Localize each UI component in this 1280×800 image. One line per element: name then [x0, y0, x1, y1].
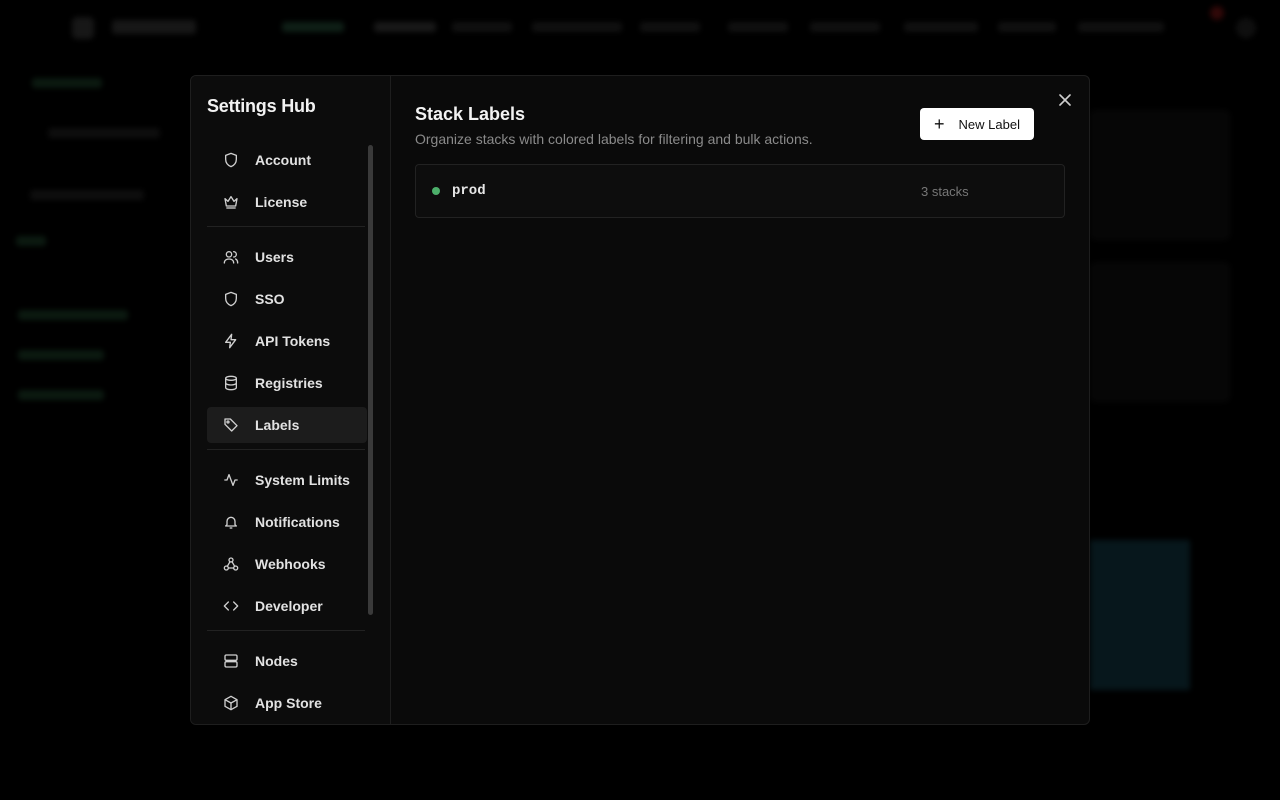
page-title: Stack Labels	[415, 104, 526, 124]
nav-item-system-limits[interactable]: System Limits	[207, 462, 367, 498]
nav-item-label: Developer	[255, 598, 323, 614]
labels-panel: Stack Labels Organize stacks with colore…	[391, 76, 1089, 724]
background-sidebar-item	[18, 310, 128, 320]
nav-item-label: App Store	[255, 695, 322, 711]
new-label-button-label: New Label	[958, 116, 1020, 132]
sidebar-scrollbar[interactable]	[368, 145, 373, 615]
nav-item-notifications[interactable]: Notifications	[207, 504, 367, 540]
nav-item-label: Labels	[255, 417, 300, 433]
nav-item-registries[interactable]: Registries	[207, 365, 367, 401]
code-icon	[223, 598, 239, 614]
nav-item-label: Nodes	[255, 653, 298, 669]
nav-item-account[interactable]: Account	[207, 142, 367, 178]
settings-nav: Account License Users SSO API Tokens Reg…	[207, 142, 367, 724]
nav-item-license[interactable]: License	[207, 184, 367, 220]
tag-icon	[223, 417, 239, 433]
nav-item-label: API Tokens	[255, 333, 331, 349]
background-nav-item	[282, 22, 344, 32]
background-sidebar-item	[18, 390, 104, 400]
background-nav-item	[640, 22, 700, 32]
nav-item-nodes[interactable]: Nodes	[207, 643, 367, 679]
background-sidebar-item	[30, 190, 144, 200]
nav-item-labels[interactable]: Labels	[207, 407, 367, 443]
label-row-prod[interactable]: prod 3 stacks	[415, 164, 1065, 218]
plus-icon: +	[934, 114, 945, 134]
users-icon	[223, 249, 239, 265]
background-sidebar-item	[32, 78, 102, 88]
package-icon	[223, 695, 239, 711]
background-logo	[112, 20, 196, 34]
background-nav-item	[374, 22, 436, 32]
webhook-icon	[223, 556, 239, 572]
label-stack-count: 3 stacks	[921, 183, 969, 199]
nav-item-label: Users	[255, 249, 294, 265]
label-color-dot	[432, 187, 440, 195]
settings-sidebar: Settings Hub Account License Users SSO A…	[191, 76, 391, 724]
nav-item-webhooks[interactable]: Webhooks	[207, 546, 367, 582]
background-nav-item	[532, 22, 622, 32]
background-sidebar-item	[48, 128, 160, 138]
bell-icon	[223, 514, 239, 530]
nav-divider	[207, 449, 365, 450]
background-topbar	[0, 0, 1280, 56]
settings-hub-title: Settings Hub	[207, 96, 316, 116]
background-panel	[1090, 262, 1230, 402]
close-button[interactable]	[1057, 92, 1073, 108]
background-sidebar-item	[16, 236, 46, 246]
nav-divider	[207, 630, 365, 631]
background-chart	[1090, 540, 1190, 690]
nav-divider	[207, 226, 365, 227]
background-logo-icon	[72, 17, 94, 39]
background-nav-item	[1078, 22, 1164, 32]
database-icon	[223, 375, 239, 391]
nav-item-label: Account	[255, 152, 311, 168]
nav-item-label: Registries	[255, 375, 323, 391]
server-icon	[223, 653, 239, 669]
nav-item-api-tokens[interactable]: API Tokens	[207, 323, 367, 359]
background-panel	[1090, 110, 1230, 240]
nav-item-label: System Limits	[255, 472, 350, 488]
nav-item-label: License	[255, 194, 308, 210]
crown-icon	[223, 194, 239, 210]
background-nav-item	[728, 22, 788, 32]
lightning-icon	[223, 333, 239, 349]
label-name: prod	[452, 183, 486, 199]
background-nav-item	[452, 22, 512, 32]
nav-item-sso[interactable]: SSO	[207, 281, 367, 317]
background-avatar	[1236, 18, 1256, 38]
settings-hub-modal: Settings Hub Account License Users SSO A…	[190, 75, 1090, 725]
nav-item-app-store[interactable]: App Store	[207, 685, 367, 721]
background-sidebar-item	[18, 350, 104, 360]
activity-icon	[223, 472, 239, 488]
nav-item-label: Notifications	[255, 514, 340, 530]
new-label-button[interactable]: + New Label	[920, 108, 1034, 140]
nav-item-label: Webhooks	[255, 556, 326, 572]
nav-item-developer[interactable]: Developer	[207, 588, 367, 624]
nav-item-label: SSO	[255, 291, 285, 307]
shield-icon	[223, 152, 239, 168]
close-icon	[1059, 94, 1071, 106]
background-nav-item	[904, 22, 978, 32]
nav-item-users[interactable]: Users	[207, 239, 367, 275]
shield-icon	[223, 291, 239, 307]
background-nav-item	[810, 22, 880, 32]
background-nav-item	[998, 22, 1056, 32]
page-subtitle: Organize stacks with colored labels for …	[415, 131, 813, 147]
background-notification-badge	[1210, 6, 1224, 20]
